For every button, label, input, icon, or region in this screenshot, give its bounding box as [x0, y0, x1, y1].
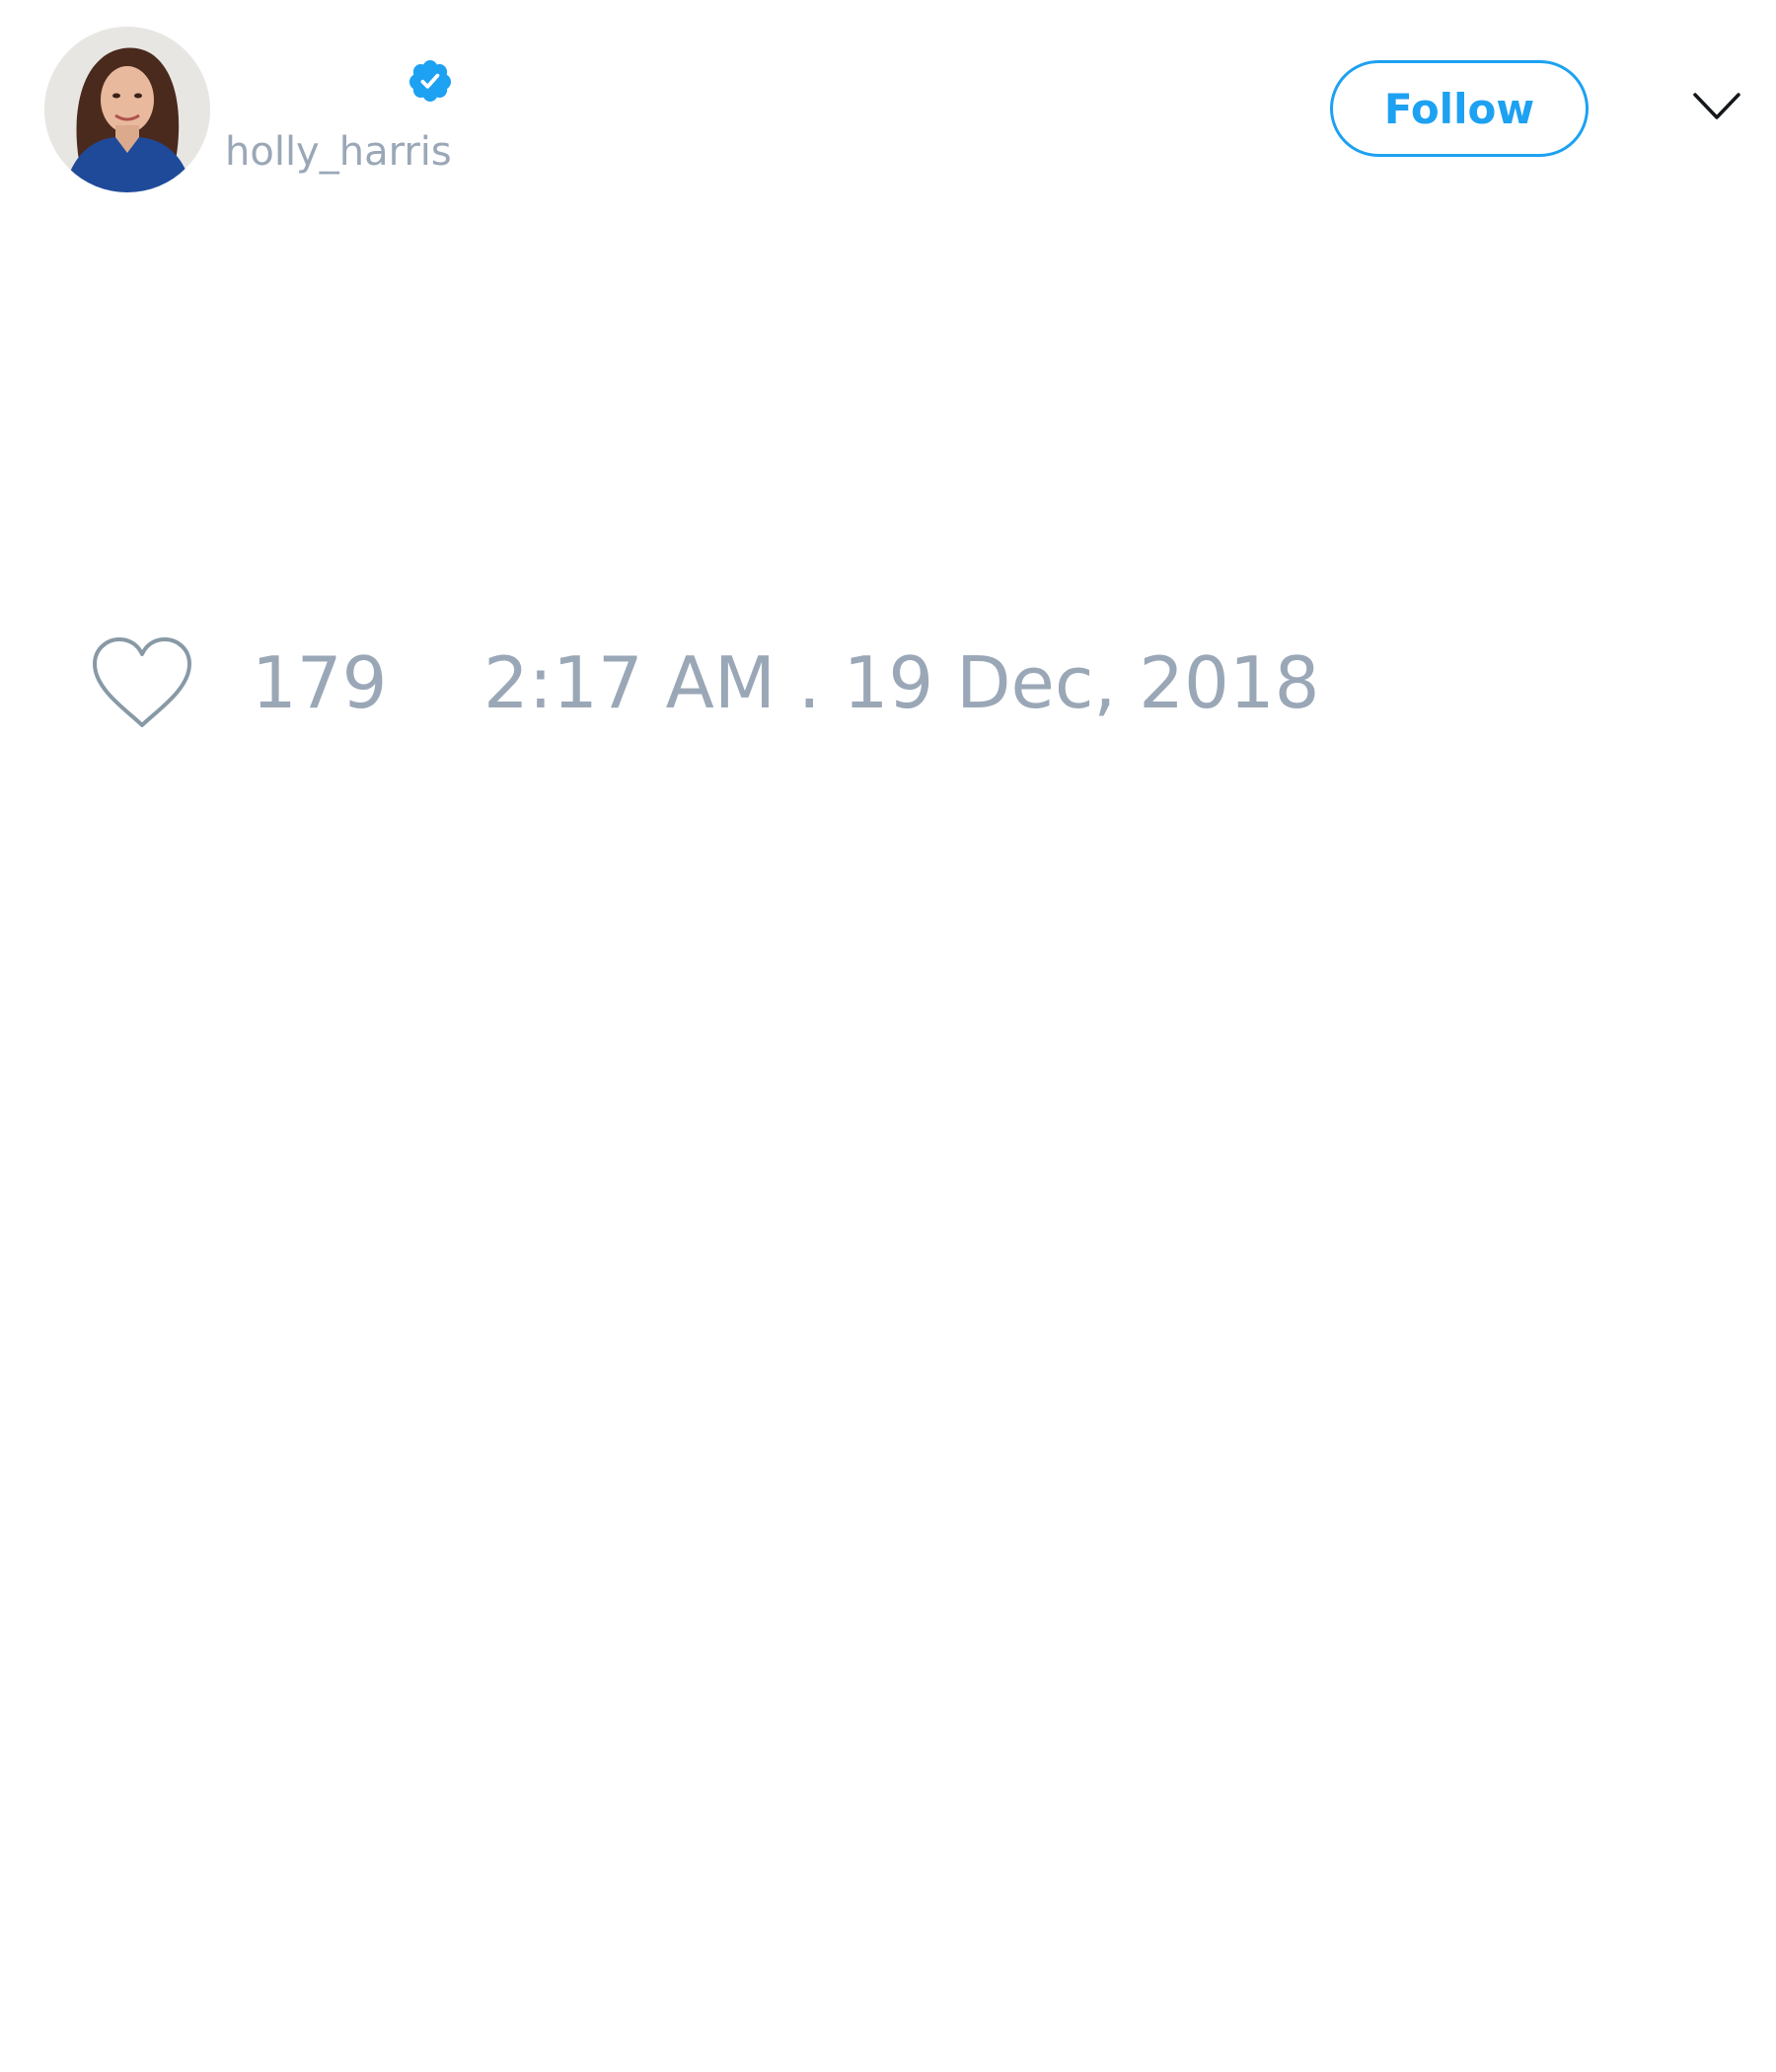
heart-icon[interactable] — [89, 634, 195, 731]
tweet-timestamp[interactable]: 2:17 AM . 19 Dec, 2018 — [483, 641, 1319, 724]
chevron-down-icon[interactable] — [1692, 91, 1741, 122]
profile-photo — [44, 27, 210, 192]
verified-badge-icon — [409, 60, 451, 102]
author-handle[interactable]: holly_harris — [225, 124, 452, 180]
like-count: 179 — [252, 641, 388, 724]
avatar[interactable] — [44, 27, 210, 192]
follow-button[interactable]: Follow — [1330, 60, 1589, 157]
